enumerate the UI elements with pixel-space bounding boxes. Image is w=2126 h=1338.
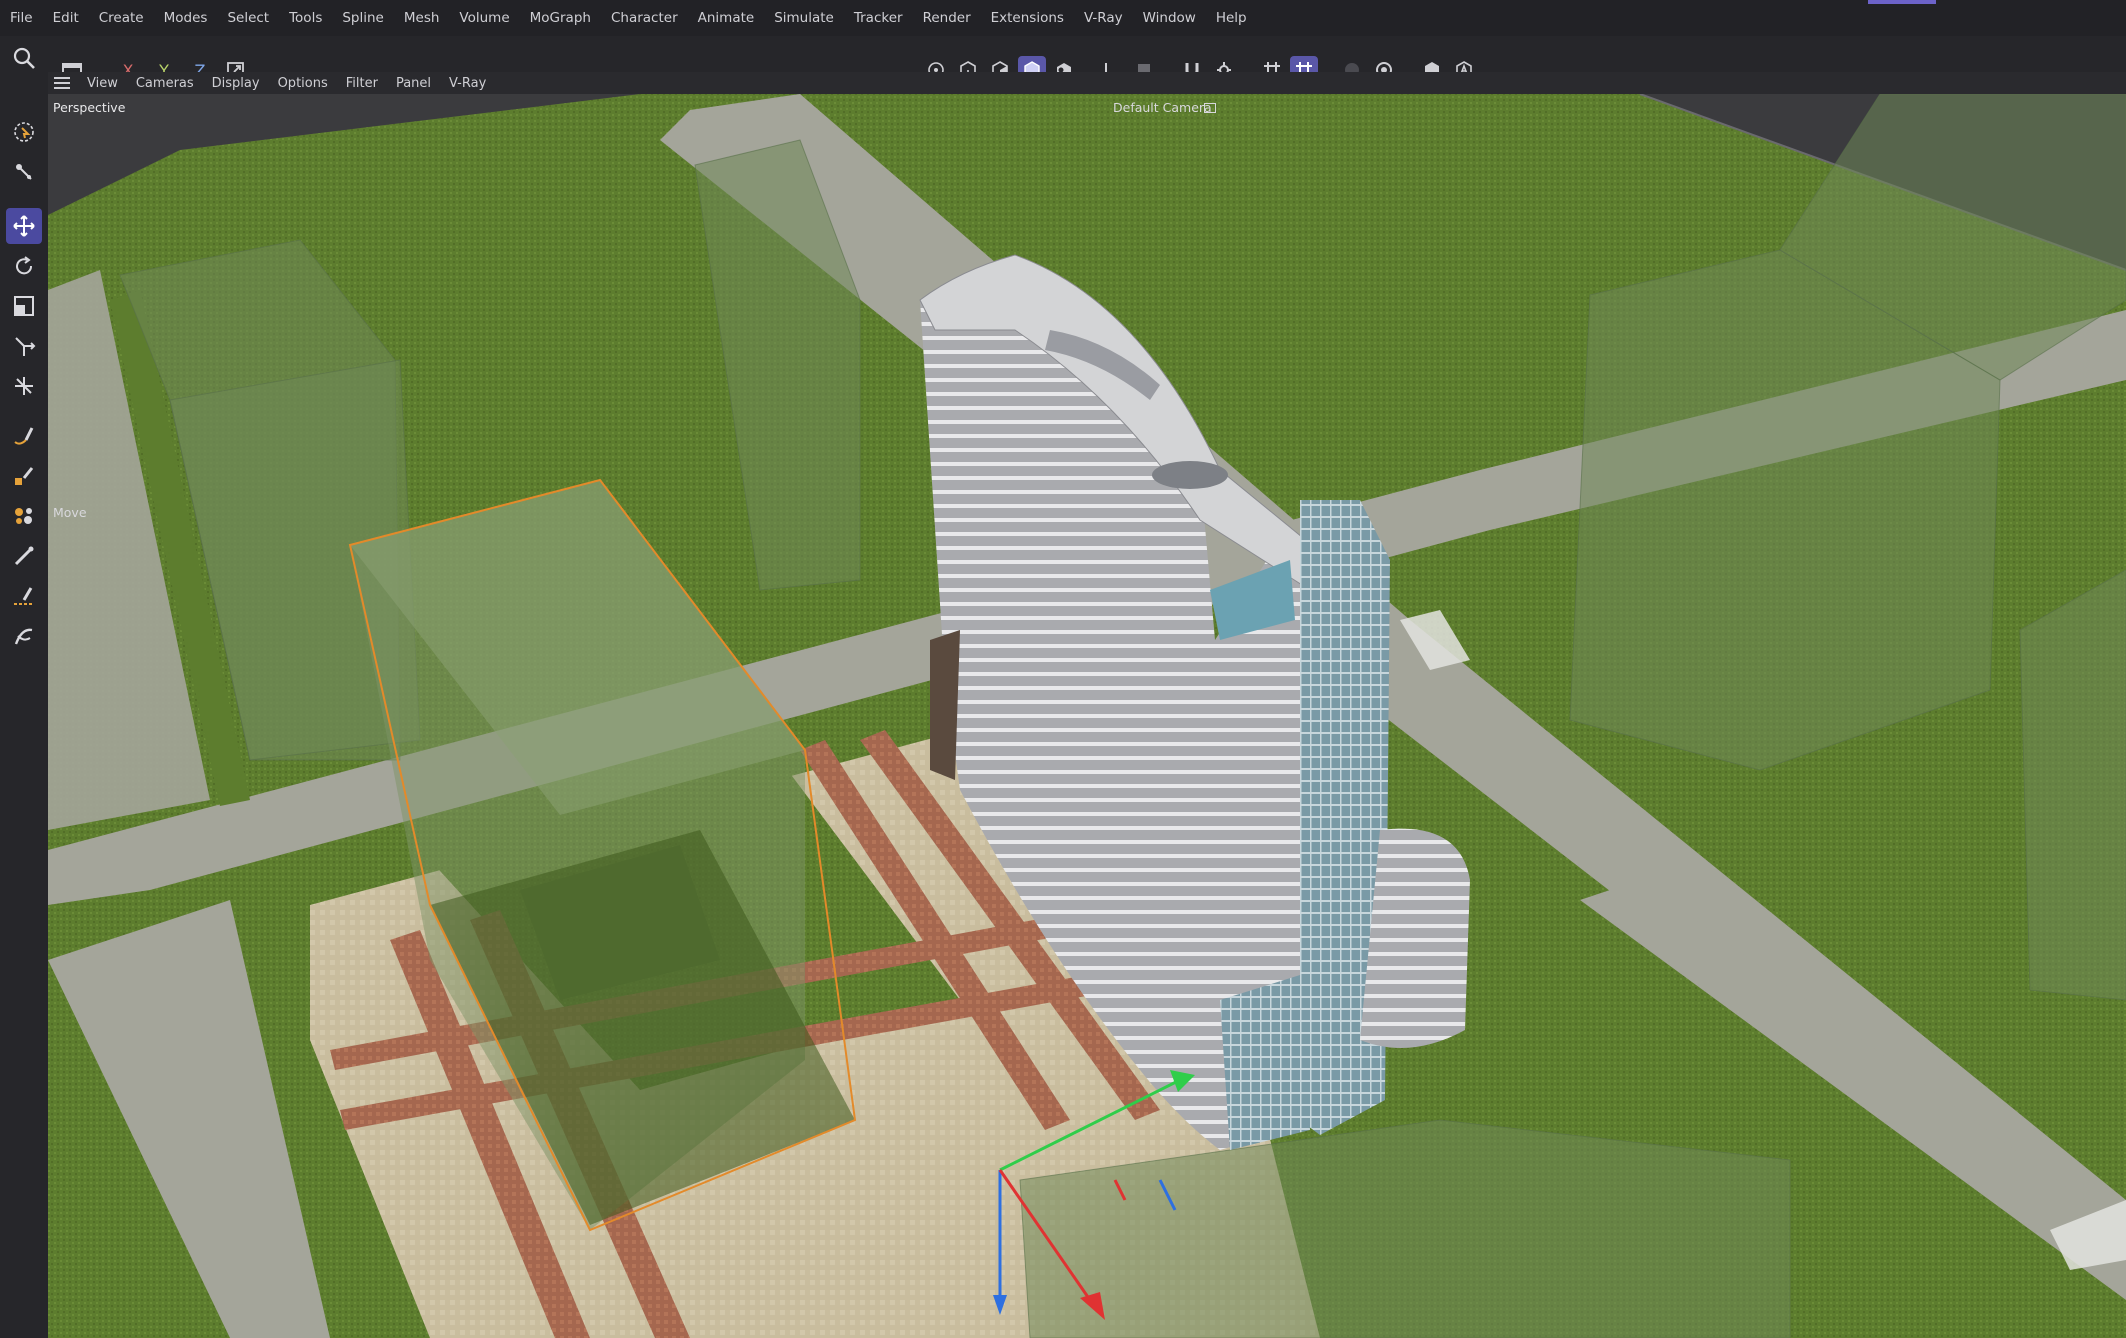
viewport-menu-display[interactable]: Display (203, 76, 269, 91)
viewport-menu-cameras[interactable]: Cameras (127, 76, 203, 91)
menu-vray[interactable]: V-Ray (1074, 10, 1133, 26)
sculpt-icon[interactable] (6, 458, 42, 494)
viewport-camera-label[interactable]: Default Camera (1113, 100, 1212, 115)
viewport-menu-view[interactable]: View (78, 76, 127, 91)
snap-icon[interactable] (6, 368, 42, 404)
menu-file[interactable]: File (0, 10, 43, 26)
move-icon[interactable] (6, 208, 42, 244)
magnet-icon[interactable] (6, 618, 42, 654)
menu-window[interactable]: Window (1133, 10, 1206, 26)
viewport-menu-filter[interactable]: Filter (337, 76, 387, 91)
menu-create[interactable]: Create (89, 10, 154, 26)
tool-hint-label: Move (53, 505, 87, 520)
menu-animate[interactable]: Animate (688, 10, 765, 26)
left-tool-palette (0, 36, 48, 1338)
menu-simulate[interactable]: Simulate (764, 10, 844, 26)
menu-modes[interactable]: Modes (154, 10, 218, 26)
viewport-menubar: View Cameras Display Options Filter Pane… (48, 72, 2126, 94)
layout-indicator (1868, 0, 1936, 4)
menu-tracker[interactable]: Tracker (844, 10, 913, 26)
menu-help[interactable]: Help (1206, 10, 1257, 26)
viewport-menu-options[interactable]: Options (269, 76, 337, 91)
perspective-viewport[interactable]: Perspective Default Camera Move (48, 94, 2126, 1338)
paint-icon[interactable] (6, 498, 42, 534)
select-tool-icon[interactable] (6, 114, 42, 150)
menu-tools[interactable]: Tools (279, 10, 332, 26)
spline-pen-icon[interactable] (6, 418, 42, 454)
viewport-projection-label: Perspective (53, 100, 126, 115)
viewport-menu-icon[interactable] (54, 77, 72, 89)
viewport-menu-vray[interactable]: V-Ray (440, 76, 495, 91)
camera-icon (1204, 103, 1216, 113)
menu-volume[interactable]: Volume (449, 10, 519, 26)
menu-mograph[interactable]: MoGraph (520, 10, 601, 26)
menu-extensions[interactable]: Extensions (981, 10, 1074, 26)
main-menubar: File Edit Create Modes Select Tools Spli… (0, 0, 2126, 36)
menu-mesh[interactable]: Mesh (394, 10, 450, 26)
menu-spline[interactable]: Spline (332, 10, 394, 26)
scene-render (48, 94, 2126, 1338)
menu-edit[interactable]: Edit (43, 10, 89, 26)
knife-icon[interactable] (6, 578, 42, 614)
brush-icon[interactable] (6, 538, 42, 574)
rotate-icon[interactable] (6, 248, 42, 284)
scale-icon[interactable] (6, 288, 42, 324)
viewport-menu-panel[interactable]: Panel (387, 76, 440, 91)
menu-render[interactable]: Render (913, 10, 981, 26)
menu-character[interactable]: Character (601, 10, 688, 26)
axis-move-icon[interactable] (6, 328, 42, 364)
menu-select[interactable]: Select (217, 10, 279, 26)
transform-icon[interactable] (6, 154, 42, 190)
search-icon[interactable] (6, 40, 42, 76)
